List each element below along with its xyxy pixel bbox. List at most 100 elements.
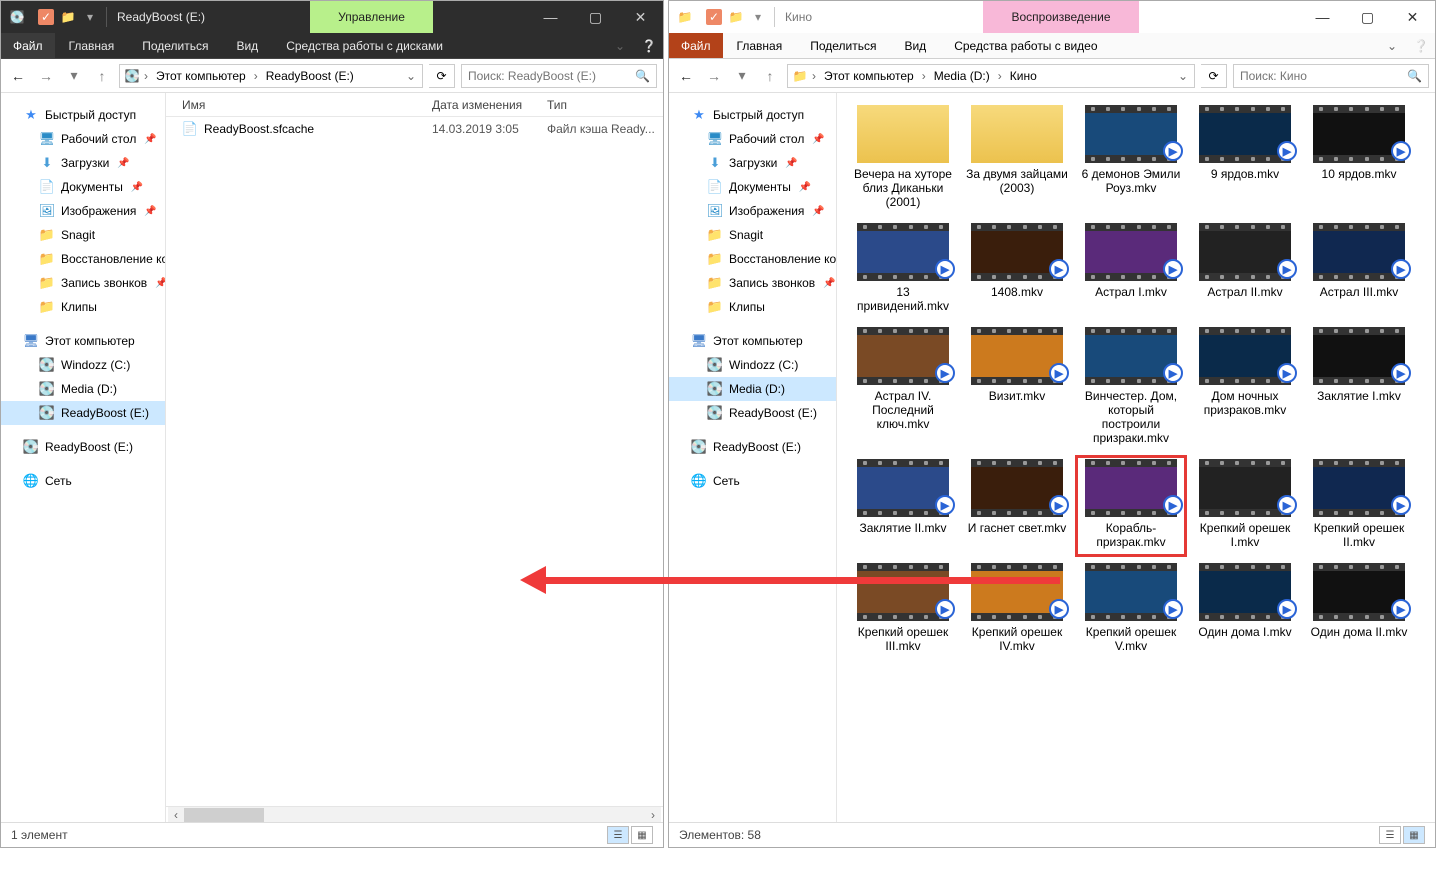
- breadcrumb-part[interactable]: Media (D:): [930, 67, 994, 85]
- video-item[interactable]: ▶10 ярдов.mkv: [1303, 101, 1415, 217]
- ribbon-expand[interactable]: ⌄: [1377, 33, 1407, 58]
- video-item[interactable]: ▶Крепкий орешек V.mkv: [1075, 559, 1187, 661]
- context-tab[interactable]: Управление: [310, 1, 433, 33]
- sidebar-quick-access[interactable]: ★Быстрый доступ: [1, 103, 165, 127]
- sidebar-item[interactable]: 📁Восстановление ко: [669, 247, 836, 271]
- scroll-right[interactable]: ›: [645, 807, 661, 823]
- chevron-right-icon[interactable]: ›: [142, 69, 150, 83]
- video-item[interactable]: ▶9 ярдов.mkv: [1189, 101, 1301, 217]
- horizontal-scrollbar[interactable]: ‹ ›: [166, 806, 663, 822]
- sidebar-item[interactable]: ⬇Загрузки📌: [669, 151, 836, 175]
- up-button[interactable]: ↑: [759, 65, 781, 87]
- context-tab[interactable]: Воспроизведение: [983, 1, 1138, 33]
- video-item[interactable]: ▶И гаснет свет.mkv: [961, 455, 1073, 557]
- sidebar-item[interactable]: 📄Документы📌: [1, 175, 165, 199]
- search-box[interactable]: 🔍: [1233, 64, 1429, 88]
- search-icon[interactable]: 🔍: [1407, 69, 1422, 83]
- content-details[interactable]: Имя Дата изменения Тип 📄ReadyBoost.sfcac…: [166, 93, 663, 822]
- video-item[interactable]: ▶Один дома II.mkv: [1303, 559, 1415, 661]
- address-dropdown[interactable]: ⌄: [404, 69, 418, 83]
- navigation-pane[interactable]: ★Быстрый доступ🖥Рабочий стол📌⬇Загрузки📌📄…: [669, 93, 837, 822]
- video-item[interactable]: ▶Корабль-призрак.mkv: [1075, 455, 1187, 557]
- titlebar[interactable]: 📁 ✓ 📁 ▾ Кино Воспроизведение — ▢ ✕: [669, 1, 1435, 33]
- address-dropdown[interactable]: ⌄: [1176, 69, 1190, 83]
- close-button[interactable]: ✕: [618, 1, 663, 33]
- breadcrumb-part[interactable]: Этот компьютер: [820, 67, 918, 85]
- maximize-button[interactable]: ▢: [1345, 1, 1390, 33]
- folder-item[interactable]: Вечера на хуторе близ Диканьки (2001): [847, 101, 959, 217]
- dropdown-icon[interactable]: ▾: [82, 9, 98, 25]
- sidebar-item[interactable]: 📁Snagit: [1, 223, 165, 247]
- video-item[interactable]: ▶Винчестер. Дом, который построили призр…: [1075, 323, 1187, 453]
- sidebar-drive[interactable]: 💽ReadyBoost (E:): [1, 401, 165, 425]
- sidebar-readyboost-eject[interactable]: 💽ReadyBoost (E:): [669, 435, 836, 459]
- sidebar-item[interactable]: 🖥Рабочий стол📌: [1, 127, 165, 151]
- sidebar-item[interactable]: 📁Клипы: [669, 295, 836, 319]
- up-button[interactable]: ↑: [91, 65, 113, 87]
- col-name[interactable]: Имя: [182, 98, 432, 112]
- video-item[interactable]: ▶13 привидений.mkv: [847, 219, 959, 321]
- sidebar-drive[interactable]: 💽Media (D:): [669, 377, 836, 401]
- navigation-pane[interactable]: ★Быстрый доступ🖥Рабочий стол📌⬇Загрузки📌📄…: [1, 93, 166, 822]
- video-item[interactable]: ▶Астрал I.mkv: [1075, 219, 1187, 321]
- search-box[interactable]: 🔍: [461, 64, 657, 88]
- chevron-right-icon[interactable]: ›: [252, 69, 260, 83]
- minimize-button[interactable]: —: [1300, 1, 1345, 33]
- back-button[interactable]: ←: [675, 65, 697, 87]
- chevron-right-icon[interactable]: ›: [810, 69, 818, 83]
- content-icons[interactable]: Вечера на хуторе близ Диканьки (2001)За …: [837, 93, 1435, 822]
- sidebar-item[interactable]: 📁Восстановление ко: [1, 247, 165, 271]
- sidebar-drive[interactable]: 💽Windozz (C:): [669, 353, 836, 377]
- sidebar-item[interactable]: 🖼Изображения📌: [1, 199, 165, 223]
- icons-view-button[interactable]: ▦: [631, 826, 653, 844]
- tab-video-tools[interactable]: Средства работы с видео: [940, 33, 1111, 58]
- dropdown-icon[interactable]: ▾: [750, 9, 766, 25]
- chevron-right-icon[interactable]: ›: [996, 69, 1004, 83]
- sidebar-this-pc[interactable]: 🖥Этот компьютер: [669, 329, 836, 353]
- ribbon-expand[interactable]: ⌄: [605, 33, 635, 58]
- sidebar-quick-access[interactable]: ★Быстрый доступ: [669, 103, 836, 127]
- video-item[interactable]: ▶Крепкий орешек I.mkv: [1189, 455, 1301, 557]
- search-icon[interactable]: 🔍: [635, 69, 650, 83]
- address-bar[interactable]: 💽 › Этот компьютер › ReadyBoost (E:) ⌄: [119, 64, 423, 88]
- checkbox-icon[interactable]: ✓: [706, 9, 722, 25]
- history-dropdown[interactable]: ▾: [63, 65, 85, 87]
- sidebar-item[interactable]: 🖥Рабочий стол📌: [669, 127, 836, 151]
- sidebar-item[interactable]: ⬇Загрузки📌: [1, 151, 165, 175]
- sidebar-drive[interactable]: 💽Media (D:): [1, 377, 165, 401]
- sidebar-this-pc[interactable]: 🖥Этот компьютер: [1, 329, 165, 353]
- sidebar-item[interactable]: 📁Запись звонков📌: [1, 271, 165, 295]
- sidebar-readyboost-eject[interactable]: 💽ReadyBoost (E:): [1, 435, 165, 459]
- folder-icon[interactable]: 📁: [60, 9, 76, 25]
- sidebar-network[interactable]: 🌐Сеть: [669, 469, 836, 493]
- video-item[interactable]: ▶Астрал III.mkv: [1303, 219, 1415, 321]
- tab-share[interactable]: Поделиться: [128, 33, 222, 58]
- file-menu[interactable]: Файл: [669, 33, 723, 58]
- maximize-button[interactable]: ▢: [573, 1, 618, 33]
- close-button[interactable]: ✕: [1390, 1, 1435, 33]
- video-item[interactable]: ▶Визит.mkv: [961, 323, 1073, 453]
- minimize-button[interactable]: —: [528, 1, 573, 33]
- file-row[interactable]: 📄ReadyBoost.sfcache 14.03.2019 3:05 Файл…: [166, 117, 663, 141]
- sidebar-item[interactable]: 📁Запись звонков📌: [669, 271, 836, 295]
- video-item[interactable]: ▶Заклятие II.mkv: [847, 455, 959, 557]
- checkbox-icon[interactable]: ✓: [38, 9, 54, 25]
- breadcrumb-part[interactable]: Этот компьютер: [152, 67, 250, 85]
- video-item[interactable]: ▶6 демонов Эмили Роуз.mkv: [1075, 101, 1187, 217]
- icons-view-button[interactable]: ▦: [1403, 826, 1425, 844]
- help-button[interactable]: ❔: [635, 33, 663, 58]
- sidebar-item[interactable]: 📁Клипы: [1, 295, 165, 319]
- sidebar-drive[interactable]: 💽ReadyBoost (E:): [669, 401, 836, 425]
- help-button[interactable]: ❔: [1407, 33, 1435, 58]
- refresh-button[interactable]: ⟳: [429, 64, 455, 88]
- sidebar-item[interactable]: 📄Документы📌: [669, 175, 836, 199]
- file-menu[interactable]: Файл: [1, 33, 55, 58]
- col-date[interactable]: Дата изменения: [432, 98, 547, 112]
- video-item[interactable]: ▶Дом ночных призраков.mkv: [1189, 323, 1301, 453]
- breadcrumb-part[interactable]: Кино: [1006, 67, 1041, 85]
- search-input[interactable]: [1240, 69, 1401, 83]
- scroll-thumb[interactable]: [184, 808, 264, 822]
- tab-home[interactable]: Главная: [723, 33, 797, 58]
- sidebar-item[interactable]: 🖼Изображения📌: [669, 199, 836, 223]
- tab-view[interactable]: Вид: [222, 33, 272, 58]
